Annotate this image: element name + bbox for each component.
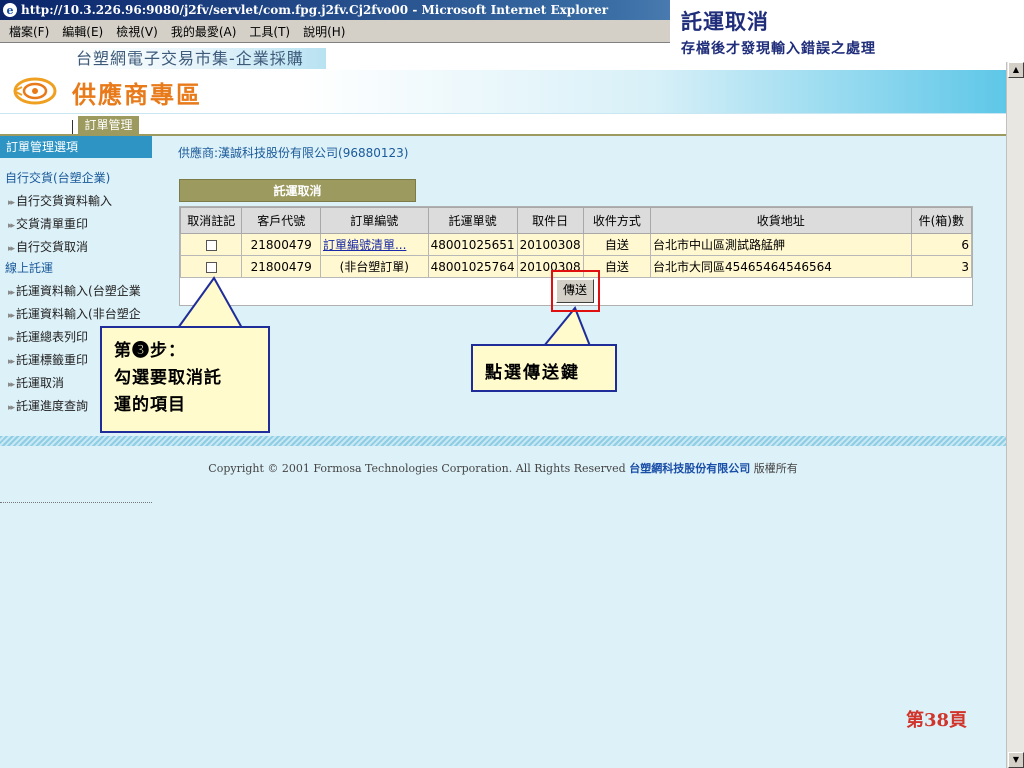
page-number: 第38頁 [906,710,968,731]
callout-step3-line1: 第❸步： [114,341,186,361]
callout-step3-line3: 運的項目 [114,395,186,415]
callout-step3-line2: 勾選要取消託 [114,368,222,388]
vertical-scrollbar[interactable]: ▲ ▼ [1006,62,1024,768]
callout-send-pointer [541,306,592,347]
callout-step3: 第❸步： 勾選要取消託 運的項目 [100,326,270,433]
callout-send-hint: 點選傳送鍵 [471,344,617,392]
scroll-down-icon[interactable]: ▼ [1008,752,1024,768]
send-button-highlight [551,270,600,312]
scroll-up-icon[interactable]: ▲ [1008,62,1024,78]
callout-step-pointer [176,276,244,329]
